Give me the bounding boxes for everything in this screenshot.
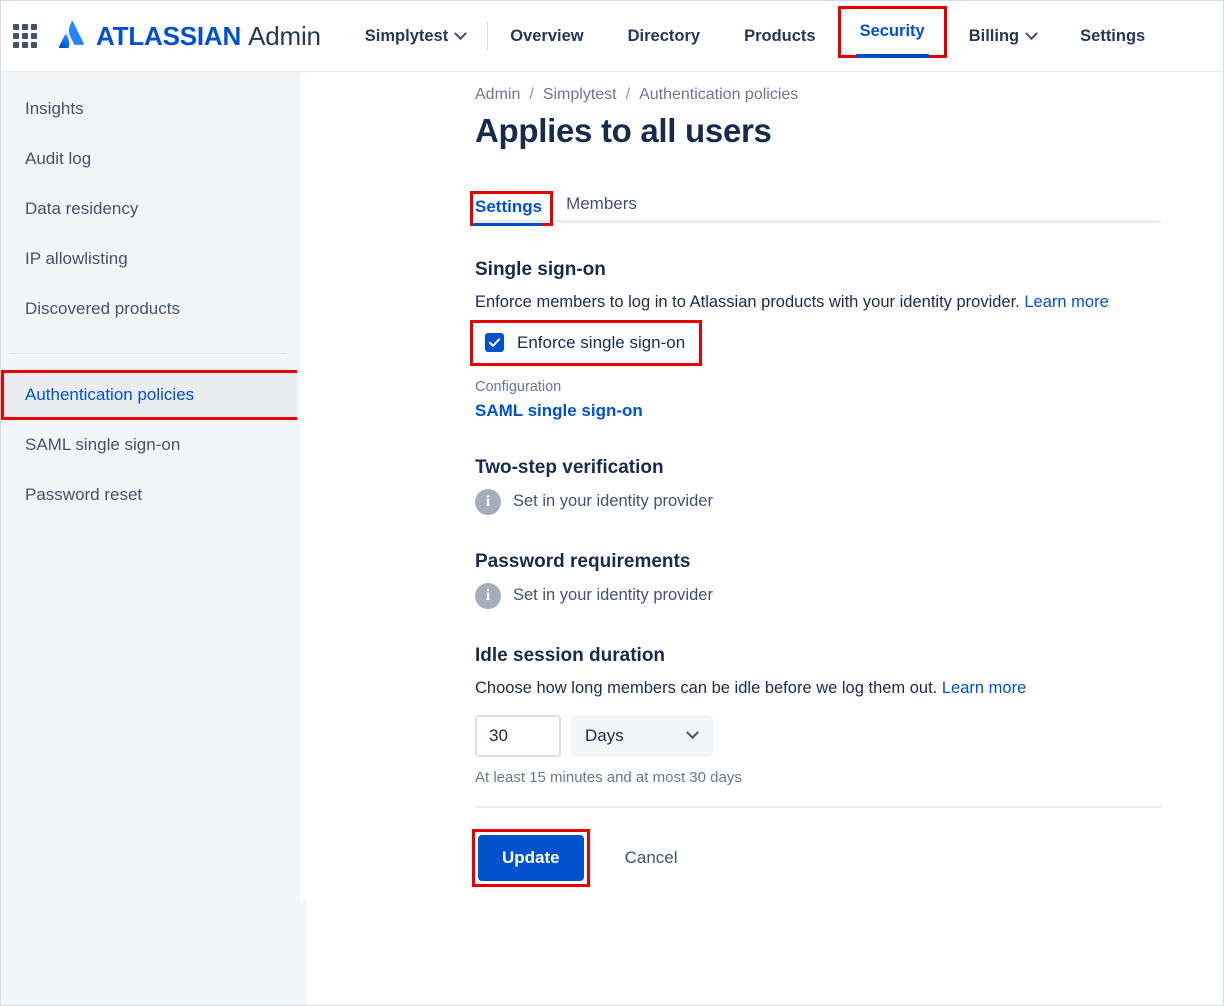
breadcrumb-separator: /: [529, 86, 534, 103]
idle-session-unit-value: Days: [585, 725, 624, 745]
sidebar-item-audit-log[interactable]: Audit log: [1, 134, 305, 184]
sidebar-item-saml-single-sign-on[interactable]: SAML single sign-on: [1, 420, 305, 470]
nav-item-billing[interactable]: Billing: [947, 1, 1058, 72]
idle-session-helper-text: At least 15 minutes and at most 30 days: [475, 768, 742, 786]
tab-label: Settings: [475, 197, 543, 216]
password-requirements-heading: Password requirements: [475, 550, 691, 572]
idle-session-duration-input[interactable]: [475, 714, 561, 757]
sidebar-item-label: Audit log: [25, 149, 92, 168]
idle-session-duration-description: Choose how long members can be idle befo…: [475, 677, 1223, 701]
single-sign-on-description: Enforce members to log in to Atlassian p…: [475, 291, 1223, 315]
sidebar-item-label: Password reset: [25, 485, 143, 504]
chevron-down-icon: [686, 726, 699, 740]
sidebar-item-label: Discovered products: [25, 299, 180, 318]
form-actions: Update Cancel: [472, 828, 1223, 887]
idle-session-duration-heading: Idle session duration: [475, 644, 666, 666]
cancel-button[interactable]: Cancel: [611, 835, 692, 881]
nav-label: Products: [744, 26, 816, 45]
password-requirements-status-text: Set in your identity provider: [513, 586, 713, 605]
check-icon: [488, 338, 501, 348]
brand-home-link[interactable]: ATLASSIAN Admin: [57, 21, 321, 52]
idle-session-unit-select[interactable]: Days: [571, 714, 713, 757]
sidebar-item-password-reset[interactable]: Password reset: [1, 470, 305, 520]
tab-bar: Settings Members: [469, 191, 1161, 226]
main-content-area: Admin / Simplytest / Authentication poli…: [307, 72, 1223, 1005]
section-two-step-verification: Two-step verification i Set in your iden…: [475, 457, 1223, 515]
breadcrumb: Admin / Simplytest / Authentication poli…: [475, 86, 1223, 104]
breadcrumb-item-admin[interactable]: Admin: [475, 86, 520, 104]
sidebar-item-label: IP allowlisting: [25, 249, 128, 268]
breadcrumb-item-authentication-policies[interactable]: Authentication policies: [639, 86, 798, 104]
info-icon: i: [475, 488, 501, 515]
nav-label: Settings: [1080, 26, 1146, 45]
nav-item-directory[interactable]: Directory: [606, 1, 722, 72]
sidebar-item-data-residency[interactable]: Data residency: [1, 184, 305, 234]
configuration-value-link[interactable]: SAML single sign-on: [475, 401, 1223, 421]
brand-title: ATLASSIAN Admin: [96, 21, 321, 52]
admin-console-page: ATLASSIAN Admin Simplytest Overview Dire…: [0, 0, 1224, 1006]
two-step-verification-status-text: Set in your identity provider: [513, 492, 713, 511]
enforce-single-sign-on-row[interactable]: Enforce single sign-on: [469, 319, 703, 366]
chevron-down-icon: [1025, 26, 1039, 40]
nav-label: Overview: [510, 26, 584, 45]
sidebar-item-ip-allowlisting[interactable]: IP allowlisting: [1, 234, 305, 284]
sidebar-item-label: Data residency: [25, 199, 139, 218]
nav-item-overview[interactable]: Overview: [488, 1, 605, 72]
tab-members[interactable]: Members: [566, 194, 645, 223]
content-scrollbar-thumb[interactable]: [298, 73, 307, 901]
atlassian-logo-icon: [58, 21, 84, 48]
sidebar-item-label: Authentication policies: [25, 385, 195, 404]
nav-label: Directory: [627, 26, 701, 45]
nav-label: Billing: [968, 26, 1020, 45]
sidebar-item-label: Insights: [25, 99, 84, 118]
sidebar-item-discovered-products[interactable]: Discovered products: [1, 284, 305, 334]
primary-nav-items: Overview Directory Products Security Bil…: [488, 1, 1167, 72]
enforce-single-sign-on-label: Enforce single sign-on: [517, 332, 686, 352]
two-step-verification-status: i Set in your identity provider: [475, 488, 1223, 515]
single-sign-on-heading: Single sign-on: [475, 259, 606, 280]
breadcrumb-item-simplytest[interactable]: Simplytest: [543, 86, 617, 104]
sidebar-navigation: Insights Audit log Data residency IP all…: [1, 72, 306, 1005]
org-selector[interactable]: Simplytest: [364, 26, 468, 46]
sidebar-item-authentication-policies[interactable]: Authentication policies: [1, 370, 305, 420]
info-icon: i: [475, 582, 501, 609]
single-sign-on-description-text: Enforce members to log in to Atlassian p…: [475, 293, 1020, 311]
section-idle-session-duration: Idle session duration Choose how long me…: [475, 645, 1223, 786]
tab-label: Members: [566, 194, 637, 213]
brand-name-light: Admin: [248, 20, 321, 51]
enforce-single-sign-on-checkbox[interactable]: [485, 333, 504, 353]
section-single-sign-on: Single sign-on Enforce members to log in…: [469, 259, 1223, 421]
update-button-wrapper: Update: [472, 828, 590, 887]
configuration-label: Configuration: [475, 378, 562, 395]
sidebar-item-label: SAML single sign-on: [25, 435, 181, 454]
learn-more-link-sso[interactable]: Learn more: [1024, 293, 1108, 311]
nav-item-products[interactable]: Products: [722, 1, 838, 72]
breadcrumb-separator: /: [625, 86, 631, 103]
idle-session-controls: Days: [475, 714, 1223, 757]
top-navigation-bar: ATLASSIAN Admin Simplytest Overview Dire…: [1, 1, 1223, 72]
form-divider: [475, 805, 1161, 808]
tab-settings[interactable]: Settings: [469, 191, 554, 226]
brand-name-bold: ATLASSIAN: [96, 20, 242, 51]
two-step-verification-heading: Two-step verification: [475, 456, 664, 478]
nav-item-security[interactable]: Security: [837, 5, 947, 58]
nav-item-settings[interactable]: Settings: [1058, 1, 1167, 72]
sidebar-divider: [11, 353, 287, 354]
update-button[interactable]: Update: [478, 834, 584, 881]
chevron-down-icon: [454, 26, 468, 40]
nav-label: Security: [859, 22, 925, 40]
page-title: Applies to all users: [475, 112, 772, 149]
grid-apps-icon[interactable]: [11, 22, 39, 50]
idle-session-duration-description-text: Choose how long members can be idle befo…: [475, 678, 938, 697]
learn-more-link-idle-session[interactable]: Learn more: [942, 679, 1026, 697]
org-selector-label: Simplytest: [364, 26, 449, 45]
password-requirements-status: i Set in your identity provider: [475, 582, 1223, 609]
section-password-requirements: Password requirements i Set in your iden…: [475, 551, 1223, 609]
sidebar-item-insights[interactable]: Insights: [1, 84, 305, 134]
